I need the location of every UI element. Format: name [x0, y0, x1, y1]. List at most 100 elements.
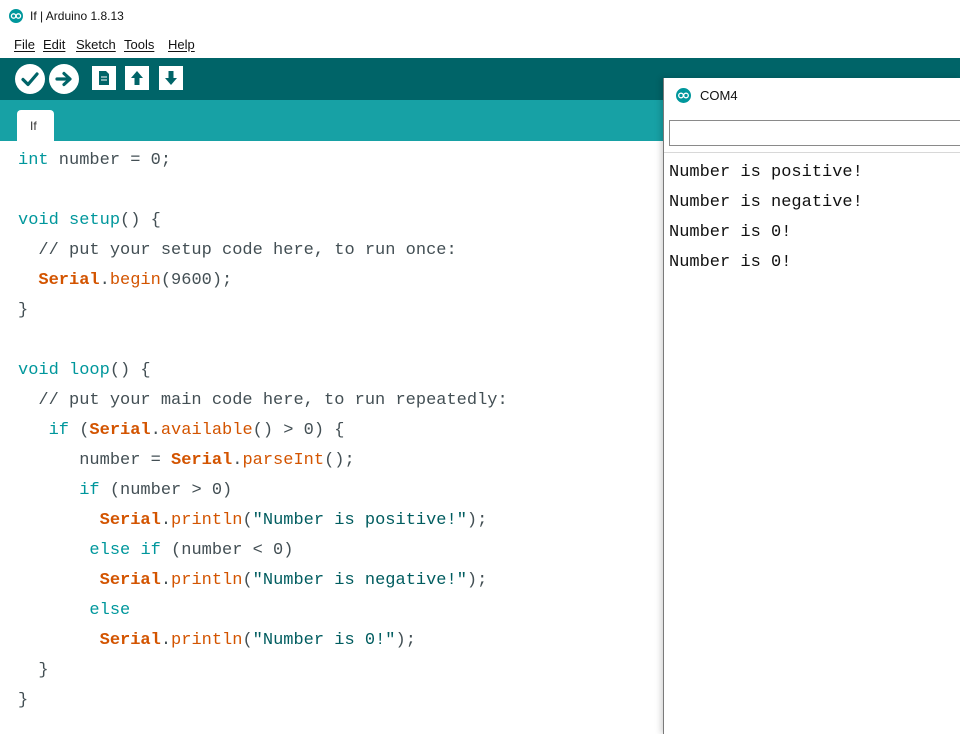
code-token: number = 0;: [48, 151, 172, 170]
code-token: void: [18, 211, 59, 230]
code-token: (: [242, 631, 253, 650]
code-line: Serial.println("Number is negative!");: [18, 566, 488, 596]
menu-file[interactable]: File: [14, 37, 35, 52]
arduino-logo-icon: [9, 9, 23, 23]
code-line: Serial.println("Number is positive!");: [18, 506, 488, 536]
code-token: int: [18, 151, 49, 170]
code-token: println: [171, 571, 243, 590]
serial-send-input[interactable]: [669, 120, 960, 146]
divider: [664, 152, 960, 153]
code-token: Serial: [38, 271, 100, 290]
serial-monitor-title: COM4: [700, 88, 738, 103]
code-line: int number = 0;: [18, 146, 171, 176]
code-token: (: [242, 571, 253, 590]
code-token: // put your setup code here, to run once…: [18, 241, 457, 260]
code-line: else: [18, 596, 130, 626]
verify-button[interactable]: [15, 64, 45, 94]
code-token: () {: [109, 361, 151, 380]
code-line: if (number > 0): [18, 476, 232, 506]
code-token: () {: [120, 211, 161, 230]
serial-output-line: Number is 0!: [669, 223, 792, 242]
code-token: setup: [69, 211, 121, 230]
menu-sketch[interactable]: Sketch: [76, 37, 116, 52]
arrow-down-icon: [165, 71, 177, 85]
code-token: if: [140, 541, 161, 560]
code-token: "Number is positive!": [252, 511, 467, 530]
menu-tools[interactable]: Tools: [124, 37, 154, 52]
checkmark-icon: [21, 72, 39, 87]
serial-output-line: Number is 0!: [669, 253, 792, 272]
code-token: .: [150, 421, 161, 440]
code-line: void setup() {: [18, 206, 161, 236]
code-token: else: [89, 601, 131, 620]
serial-monitor-window: COM4 Number is positive! Number is negati…: [663, 78, 960, 734]
code-token: .: [99, 271, 110, 290]
code-line: }: [18, 656, 49, 686]
code-token: .: [160, 631, 172, 650]
code-token: begin: [109, 271, 161, 290]
code-token: }: [18, 661, 49, 680]
menu-edit[interactable]: Edit: [43, 37, 65, 52]
arrow-right-icon: [55, 71, 72, 87]
new-button[interactable]: [92, 66, 116, 90]
code-line: else if (number < 0): [18, 536, 293, 566]
code-line: Serial.println("Number is 0!");: [18, 626, 416, 656]
serial-output-line: Number is positive!: [669, 163, 863, 182]
code-token: println: [171, 631, 243, 650]
code-token: );: [466, 571, 488, 590]
code-token: Serial: [99, 571, 161, 590]
code-line: }: [18, 296, 28, 326]
arrow-up-icon: [131, 71, 143, 85]
code-line: }: [18, 686, 28, 716]
code-token: (9600);: [160, 271, 233, 290]
open-button[interactable]: [125, 66, 149, 90]
menu-bar: File Edit Sketch Tools Help: [0, 34, 960, 56]
upload-button[interactable]: [49, 64, 79, 94]
code-token: }: [18, 301, 29, 320]
code-token: println: [171, 511, 243, 530]
code-token: number =: [18, 451, 172, 470]
code-token: else: [89, 541, 131, 560]
code-token: () > 0) {: [252, 421, 345, 440]
menu-help[interactable]: Help: [168, 37, 195, 52]
code-line: void loop() {: [18, 356, 151, 386]
arduino-logo-icon: [676, 88, 691, 103]
tab-if[interactable]: If: [17, 110, 54, 141]
serial-output[interactable]: Number is positive! Number is negative! Nu…: [664, 158, 960, 728]
code-token: ();: [324, 451, 355, 470]
window-title: If | Arduino 1.8.13: [30, 9, 124, 23]
window-titlebar: If | Arduino 1.8.13: [0, 0, 960, 34]
code-token: parseInt: [242, 451, 325, 470]
code-token: .: [232, 451, 243, 470]
code-token: loop: [69, 361, 110, 380]
code-line: Serial.begin(9600);: [18, 266, 232, 296]
code-token: available: [160, 421, 253, 440]
code-token: Serial: [99, 631, 161, 650]
code-line: // put your setup code here, to run once…: [18, 236, 457, 266]
code-token: }: [18, 691, 29, 710]
code-token: Serial: [171, 451, 233, 470]
code-token: (number < 0): [160, 541, 294, 560]
serial-output-line: Number is negative!: [669, 193, 863, 212]
code-token: if: [48, 421, 70, 440]
code-token: );: [466, 511, 488, 530]
code-line: number = Serial.parseInt();: [18, 446, 355, 476]
save-button[interactable]: [159, 66, 183, 90]
serial-monitor-titlebar: COM4: [664, 78, 960, 113]
code-token: );: [395, 631, 416, 650]
code-token: void: [18, 361, 59, 380]
code-token: (: [69, 421, 90, 440]
code-token: // put your main code here, to run repea…: [18, 391, 508, 410]
tab-label: If: [30, 119, 37, 133]
code-token: .: [160, 511, 172, 530]
